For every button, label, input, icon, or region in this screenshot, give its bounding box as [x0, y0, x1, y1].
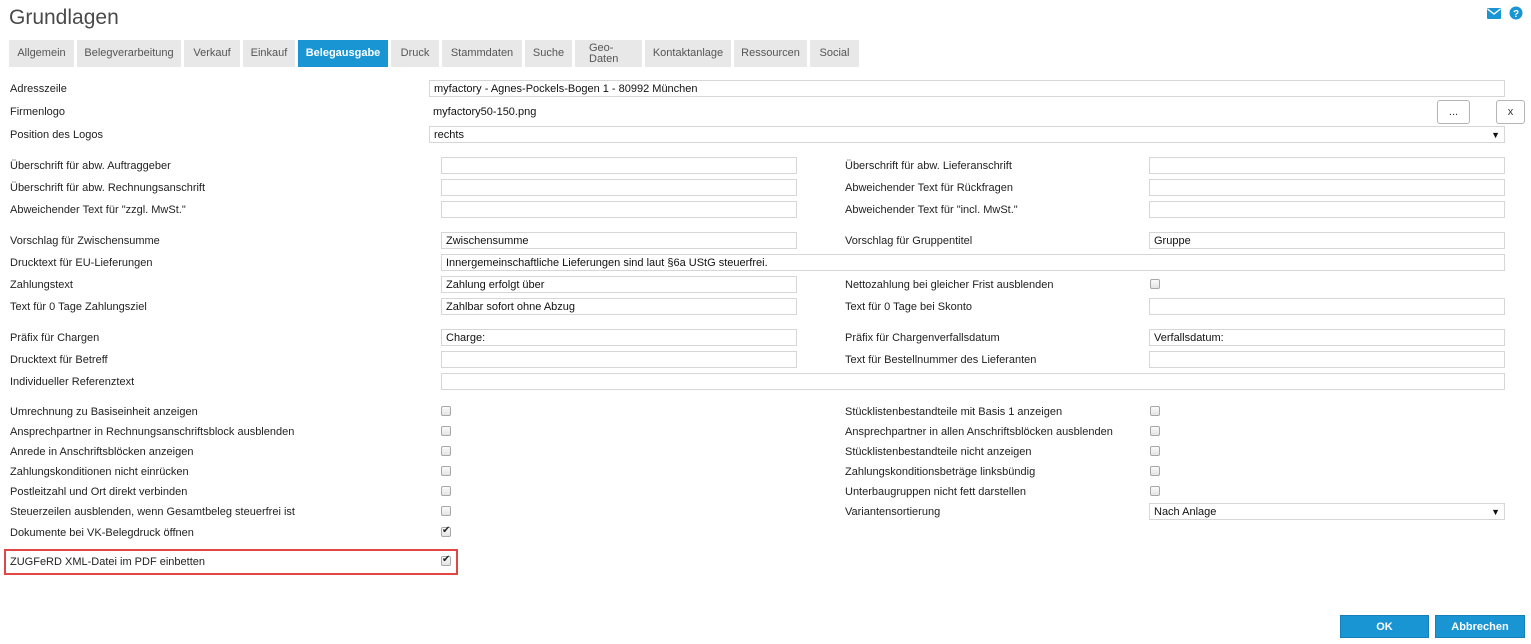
variantensortierung-label: Variantensortierung — [845, 506, 941, 518]
tab-suche[interactable]: Suche — [525, 40, 572, 67]
cb-label-plz-ort: Postleitzahl und Ort direkt verbinden — [10, 486, 188, 498]
drucktext-betreff-label: Drucktext für Betreff — [10, 354, 108, 366]
cb-label-stueckliste-basis: Stücklistenbestandteile mit Basis 1 anze… — [845, 406, 1063, 418]
cb-label-ansprechpartner-rechnung: Ansprechpartner in Rechnungsanschriftsbl… — [10, 426, 295, 438]
praefix-chargenverfall-label: Präfix für Chargenverfallsdatum — [845, 332, 1000, 344]
mail-icon[interactable] — [1487, 7, 1501, 19]
tab-belegverarbeitung[interactable]: Belegverarbeitung — [77, 40, 181, 67]
clear-logo-button[interactable]: x — [1496, 100, 1525, 124]
bestellnummer-label: Text für Bestellnummer des Lieferanten — [845, 354, 1037, 366]
eu-lieferungen-input[interactable]: Innergemeinschaftliche Lieferungen sind … — [441, 254, 1505, 271]
position-logo-label: Position des Logos — [10, 129, 103, 141]
variantensortierung-value: Nach Anlage — [1154, 506, 1217, 518]
dropdown-arrow-icon: ▼ — [1491, 507, 1500, 517]
firmenlogo-label: Firmenlogo — [10, 106, 66, 118]
checkbox-anrede[interactable] — [441, 446, 451, 456]
checkbox-stueckliste-basis[interactable] — [1150, 406, 1160, 416]
nettozahlung-checkbox[interactable] — [1150, 279, 1160, 289]
drucktext-betreff-input[interactable] — [441, 351, 797, 368]
abw-incl-input[interactable] — [1149, 201, 1505, 218]
cb-label-stueckliste-nicht: Stücklistenbestandteile nicht anzeigen — [845, 446, 1032, 458]
variantensortierung-select[interactable]: Nach Anlage ▼ — [1149, 503, 1505, 520]
adresszeile-label: Adresszeile — [10, 83, 67, 95]
checkbox-umrechnung[interactable] — [441, 406, 451, 416]
zwischensumme-input[interactable]: Zwischensumme — [441, 232, 797, 249]
praefix-chargen-input[interactable]: Charge: — [441, 329, 797, 346]
ok-button[interactable]: OK — [1340, 615, 1429, 638]
checkbox-stueckliste-nicht[interactable] — [1150, 446, 1160, 456]
cb-label-anrede: Anrede in Anschriftsblöcken anzeigen — [10, 446, 194, 458]
eu-lieferungen-label: Drucktext für EU-Lieferungen — [10, 257, 153, 269]
position-logo-select[interactable]: rechts ▼ — [429, 126, 1505, 143]
tab-einkauf[interactable]: Einkauf — [243, 40, 295, 67]
tab-allgemein[interactable]: Allgemein — [9, 40, 74, 67]
tab-geo-daten-line2: Daten — [589, 52, 619, 65]
nettozahlung-label: Nettozahlung bei gleicher Frist ausblend… — [845, 279, 1054, 291]
ueb-auftraggeber-input[interactable] — [441, 157, 797, 174]
dropdown-arrow-icon: ▼ — [1491, 130, 1500, 140]
tab-geo-daten[interactable]: Geo- Daten — [575, 40, 642, 67]
ueb-auftraggeber-label: Überschrift für abw. Auftraggeber — [10, 160, 171, 172]
abw-rueckfragen-label: Abweichender Text für Rückfragen — [845, 182, 1013, 194]
checkbox-steuerzeilen[interactable] — [441, 506, 451, 516]
ueb-lieferanschrift-input[interactable] — [1149, 157, 1505, 174]
text-0-tage-skonto-label: Text für 0 Tage bei Skonto — [845, 301, 972, 313]
page-title: Grundlagen — [9, 6, 119, 29]
tab-stammdaten[interactable]: Stammdaten — [442, 40, 522, 67]
checkbox-ansprechpartner-rechnung[interactable] — [441, 426, 451, 436]
cb-label-zugferd: ZUGFeRD XML-Datei im PDF einbetten — [10, 556, 205, 568]
abw-incl-label: Abweichender Text für "incl. MwSt." — [845, 204, 1018, 216]
tab-druck[interactable]: Druck — [391, 40, 439, 67]
top-icons: ? — [1487, 6, 1523, 20]
referenztext-input[interactable] — [441, 373, 1505, 390]
gruppentitel-input[interactable]: Gruppe — [1149, 232, 1505, 249]
zahlungstext-input[interactable]: Zahlung erfolgt über — [441, 276, 797, 293]
praefix-chargen-label: Präfix für Chargen — [10, 332, 100, 344]
referenztext-label: Individueller Referenztext — [10, 376, 135, 388]
cb-label-steuerzeilen: Steuerzeilen ausblenden, wenn Gesamtbele… — [10, 506, 295, 518]
browse-button[interactable]: ... — [1437, 100, 1470, 124]
checkbox-unterbaugruppen[interactable] — [1150, 486, 1160, 496]
gruppentitel-label: Vorschlag für Gruppentitel — [845, 235, 973, 247]
adresszeile-input[interactable]: myfactory - Agnes-Pockels-Bogen 1 - 8099… — [429, 80, 1505, 97]
text-0-tage-input[interactable]: Zahlbar sofort ohne Abzug — [441, 298, 797, 315]
bestellnummer-input[interactable] — [1149, 351, 1505, 368]
checkbox-zugferd[interactable] — [441, 554, 451, 566]
cb-label-zahlungskonditionen: Zahlungskonditionen nicht einrücken — [10, 466, 189, 478]
tab-bar: Allgemein Belegverarbeitung Verkauf Eink… — [9, 40, 859, 67]
ueb-rechnungsanschrift-label: Überschrift für abw. Rechnungsanschrift — [10, 182, 206, 194]
checkbox-dokumente[interactable] — [441, 525, 451, 537]
tab-geo-daten-line1: Geo- — [589, 41, 614, 54]
firmenlogo-value: myfactory50-150.png — [433, 106, 537, 118]
zwischensumme-label: Vorschlag für Zwischensumme — [10, 235, 160, 247]
checkbox-plz-ort[interactable] — [441, 486, 451, 496]
abw-zzgl-input[interactable] — [441, 201, 797, 218]
abw-zzgl-label: Abweichender Text für "zzgl. MwSt." — [10, 204, 186, 216]
text-0-tage-skonto-input[interactable] — [1149, 298, 1505, 315]
cb-label-umrechnung: Umrechnung zu Basiseinheit anzeigen — [10, 406, 198, 418]
ueb-lieferanschrift-label: Überschrift für abw. Lieferanschrift — [845, 160, 1012, 172]
cb-label-unterbaugruppen: Unterbaugruppen nicht fett darstellen — [845, 486, 1027, 498]
tab-verkauf[interactable]: Verkauf — [184, 40, 240, 67]
text-0-tage-label: Text für 0 Tage Zahlungsziel — [10, 301, 147, 313]
position-logo-value: rechts — [434, 129, 464, 141]
tab-social[interactable]: Social — [810, 40, 859, 67]
cb-label-ansprechpartner-alle: Ansprechpartner in allen Anschriftsblöck… — [845, 426, 1113, 438]
ueb-rechnungsanschrift-input[interactable] — [441, 179, 797, 196]
checkbox-zahlungskonditionen[interactable] — [441, 466, 451, 476]
svg-text:?: ? — [1513, 9, 1519, 20]
zahlungstext-label: Zahlungstext — [10, 279, 73, 291]
cb-label-zahlungsbetraege: Zahlungskonditionsbeträge linksbündig — [845, 466, 1036, 478]
tab-belegausgabe[interactable]: Belegausgabe — [298, 40, 388, 67]
abw-rueckfragen-input[interactable] — [1149, 179, 1505, 196]
praefix-chargenverfall-input[interactable]: Verfallsdatum: — [1149, 329, 1505, 346]
tab-ressourcen[interactable]: Ressourcen — [734, 40, 807, 67]
cancel-button[interactable]: Abbrechen — [1435, 615, 1525, 638]
help-icon[interactable]: ? — [1509, 6, 1523, 20]
checkbox-ansprechpartner-alle[interactable] — [1150, 426, 1160, 436]
tab-kontaktanlage[interactable]: Kontaktanlage — [645, 40, 731, 67]
cb-label-dokumente: Dokumente bei VK-Belegdruck öffnen — [10, 527, 194, 539]
checkbox-zahlungsbetraege[interactable] — [1150, 466, 1160, 476]
